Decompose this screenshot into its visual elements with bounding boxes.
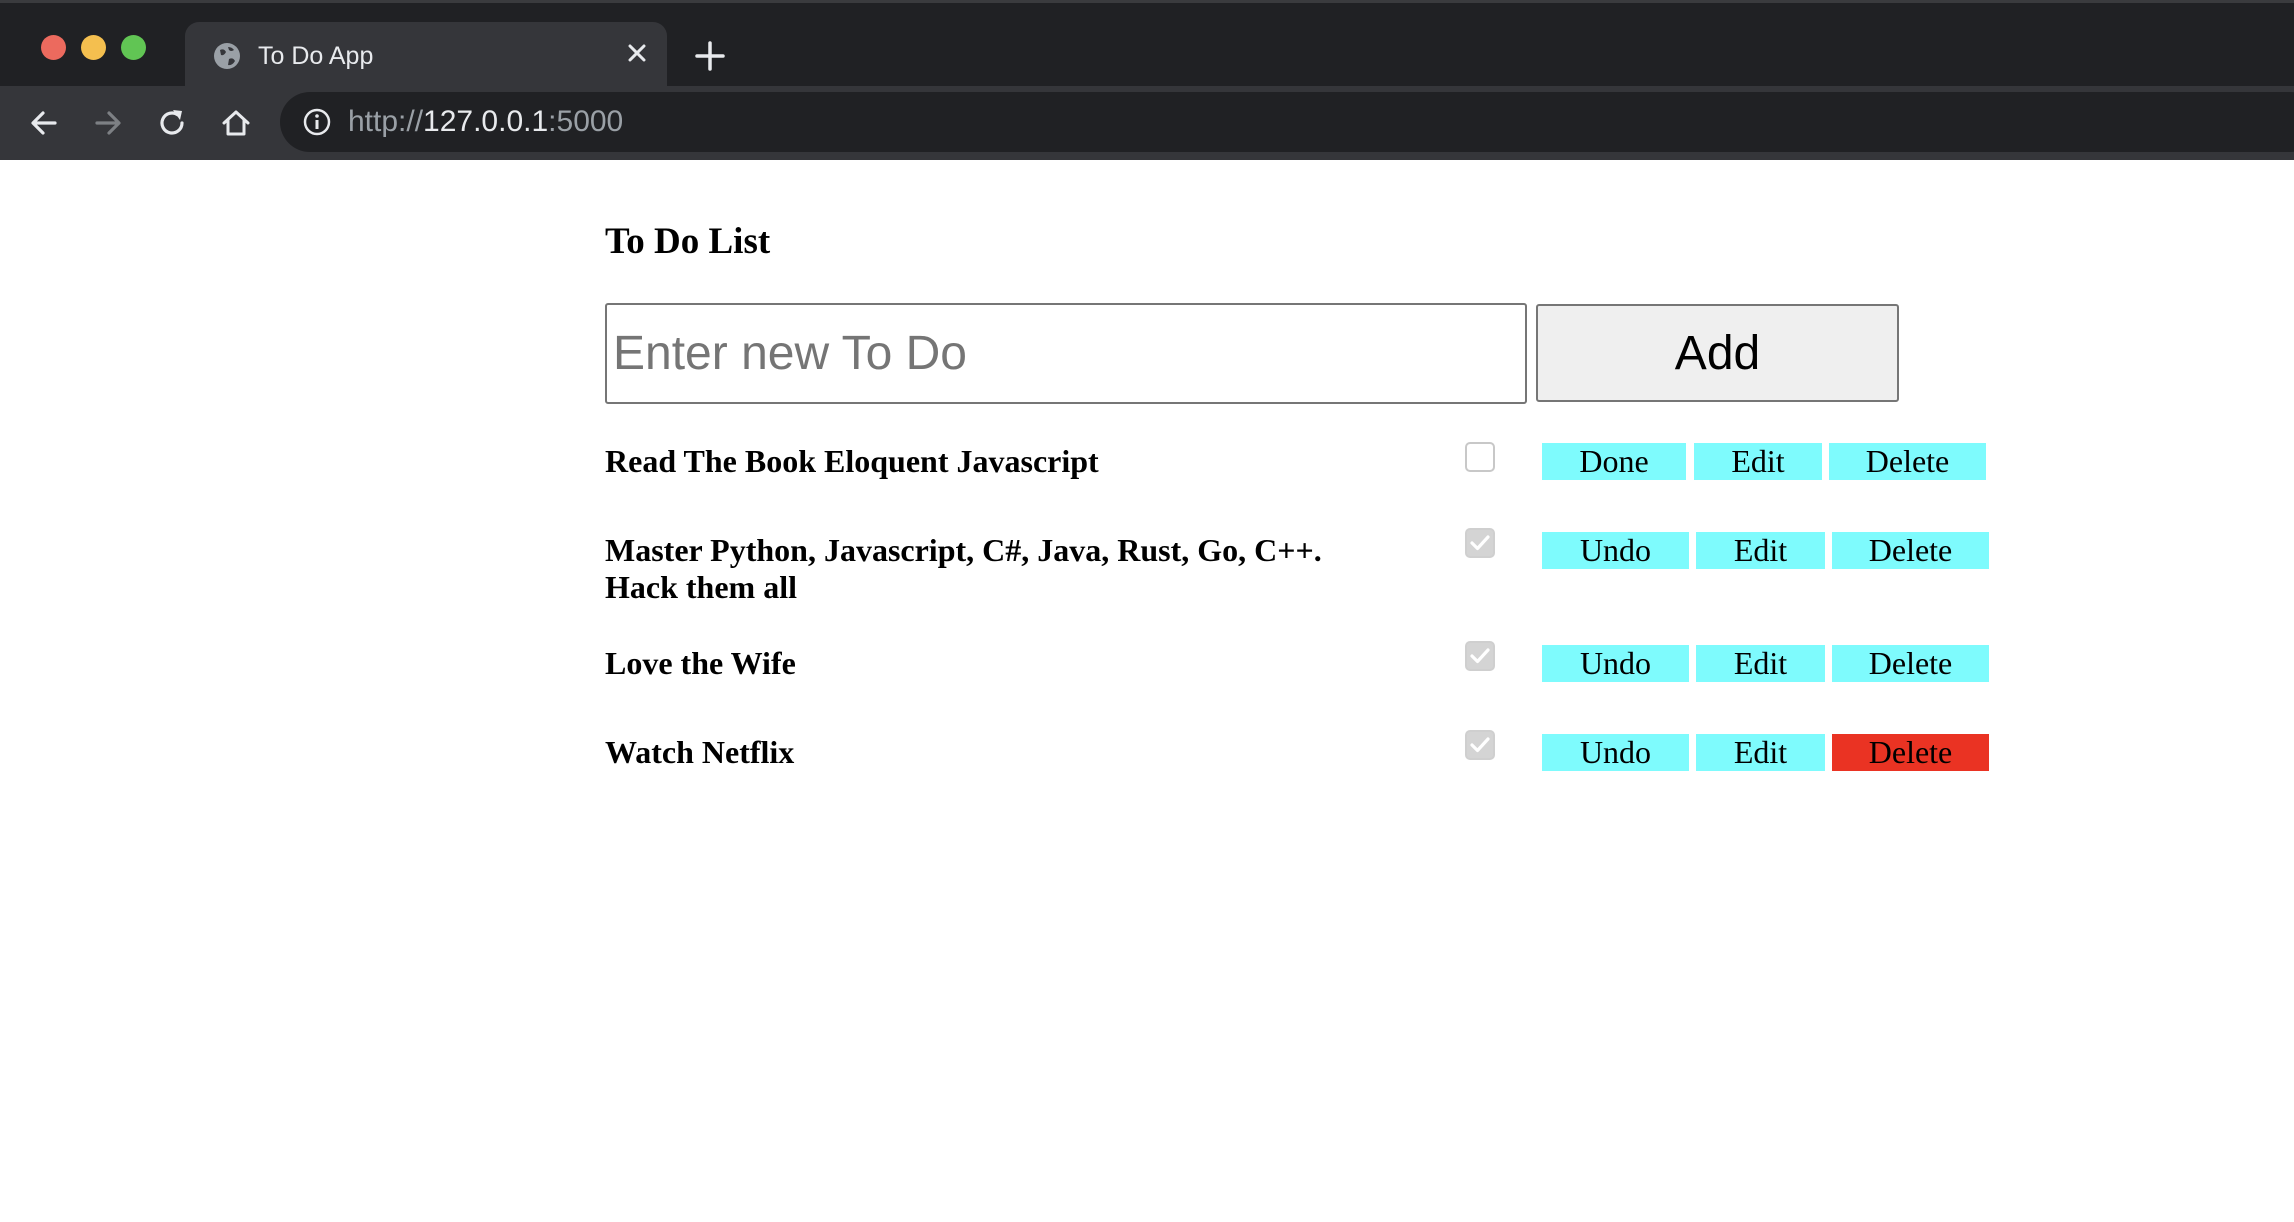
undo-button[interactable]: Undo xyxy=(1542,532,1689,569)
todo-checkbox[interactable] xyxy=(1465,442,1495,472)
todo-checkbox[interactable] xyxy=(1465,730,1495,760)
edit-button[interactable]: Edit xyxy=(1694,443,1822,480)
edit-button[interactable]: Edit xyxy=(1696,532,1825,569)
close-icon[interactable] xyxy=(620,36,654,70)
info-icon[interactable] xyxy=(302,107,332,137)
edit-button[interactable]: Edit xyxy=(1696,645,1825,682)
todo-text: Love the Wife xyxy=(605,645,796,681)
delete-button[interactable]: Delete xyxy=(1832,734,1989,771)
todo-text: Master Python, Javascript, C#, Java, Rus… xyxy=(605,532,1322,605)
home-icon[interactable] xyxy=(217,104,255,142)
close-window-button[interactable] xyxy=(41,35,66,60)
page-content: To Do List Add Read The Book Eloquent Ja… xyxy=(0,160,2294,1222)
new-todo-input[interactable] xyxy=(605,303,1527,404)
browser-chrome: To Do App http://127.0.0.1:5000 xyxy=(0,0,2294,160)
url-host: 127.0.0.1 xyxy=(423,105,549,138)
zoom-window-button[interactable] xyxy=(121,35,146,60)
tab-title: To Do App xyxy=(258,42,374,70)
plus-icon[interactable] xyxy=(690,36,730,76)
checkmark-icon xyxy=(1470,535,1490,551)
todo-checkbox[interactable] xyxy=(1465,641,1495,671)
delete-button[interactable]: Delete xyxy=(1832,645,1989,682)
globe-icon xyxy=(212,41,242,71)
back-arrow-icon[interactable] xyxy=(25,104,63,142)
browser-toolbar: http://127.0.0.1:5000 xyxy=(0,86,2294,160)
delete-button[interactable]: Delete xyxy=(1829,443,1986,480)
done-button[interactable]: Done xyxy=(1542,443,1686,480)
checkmark-icon xyxy=(1470,737,1490,753)
undo-button[interactable]: Undo xyxy=(1542,734,1689,771)
browser-tab[interactable]: To Do App xyxy=(185,22,667,89)
forward-arrow-icon[interactable] xyxy=(89,104,127,142)
undo-button[interactable]: Undo xyxy=(1542,645,1689,682)
delete-button[interactable]: Delete xyxy=(1832,532,1989,569)
url-port: :5000 xyxy=(548,105,624,138)
url-scheme: http:// xyxy=(348,105,424,138)
todo-text: Watch Netflix xyxy=(605,734,795,770)
reload-icon[interactable] xyxy=(153,104,191,142)
todo-text: Read The Book Eloquent Javascript xyxy=(605,443,1099,479)
url-text: http://127.0.0.1:5000 xyxy=(348,104,623,140)
todo-checkbox[interactable] xyxy=(1465,528,1495,558)
edit-button[interactable]: Edit xyxy=(1696,734,1825,771)
add-button[interactable]: Add xyxy=(1536,304,1899,402)
page-title: To Do List xyxy=(605,221,771,262)
tab-strip: To Do App xyxy=(0,0,2294,89)
minimize-window-button[interactable] xyxy=(81,35,106,60)
checkmark-icon xyxy=(1470,648,1490,664)
address-bar[interactable]: http://127.0.0.1:5000 xyxy=(280,92,2294,152)
